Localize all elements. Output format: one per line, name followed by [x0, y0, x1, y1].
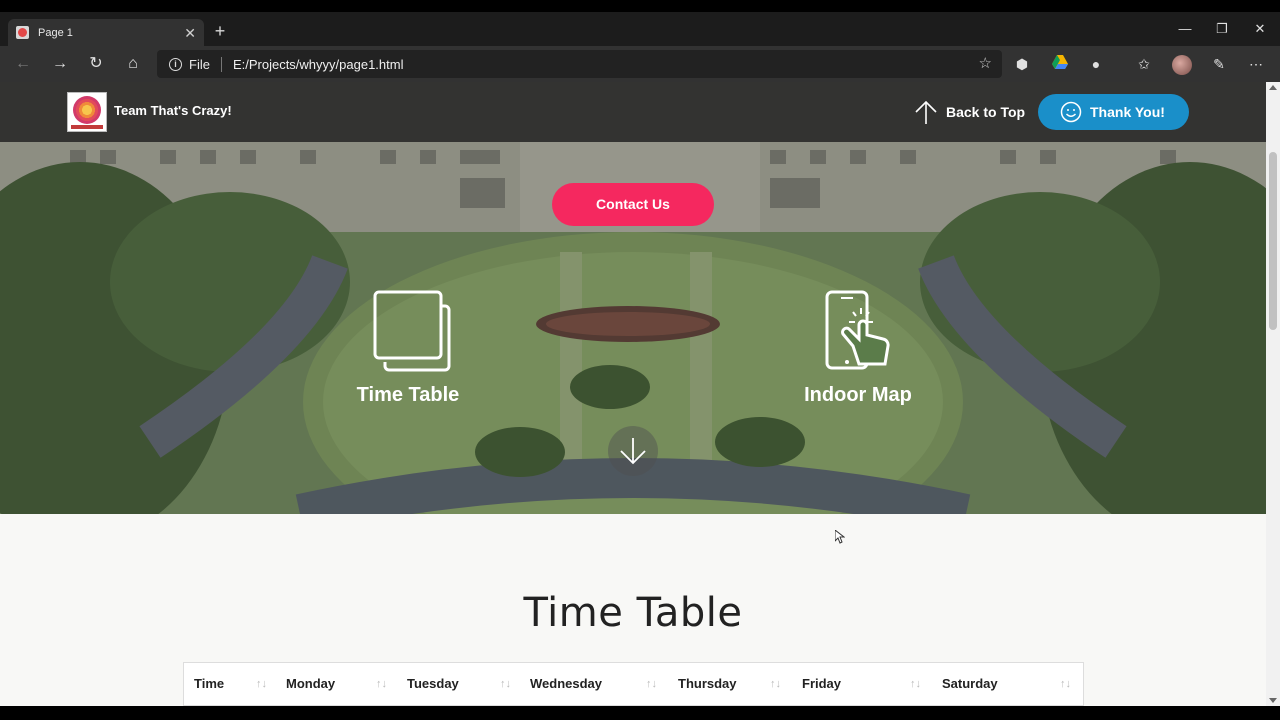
scroll-up-icon[interactable] [1269, 85, 1277, 90]
more-options-icon[interactable]: ⋯ [1247, 55, 1265, 73]
drive-icon[interactable] [1051, 55, 1069, 73]
profile-avatar[interactable] [1172, 55, 1192, 75]
logo-emblem-icon [73, 96, 101, 124]
logo-banner [71, 125, 103, 129]
tab-close-icon[interactable]: ✕ [184, 26, 196, 40]
sort-icon: ↑↓ [910, 678, 921, 690]
address-bar[interactable]: i File E:/Projects/whyyy/page1.html ☆ [157, 50, 1002, 78]
sort-icon: ↑↓ [376, 678, 387, 690]
back-to-top-link[interactable]: Back to Top [914, 99, 1025, 125]
phone-touch-icon [825, 290, 890, 370]
feature-label-time-table: Time Table [356, 384, 460, 406]
close-window-icon[interactable]: ✕ [1245, 20, 1275, 38]
table-header-tuesday[interactable]: Tuesday ↑↓ [397, 663, 517, 705]
tab-title: Page 1 [38, 26, 73, 39]
section-title: Time Table [523, 590, 743, 636]
sort-icon: ↑↓ [770, 678, 781, 690]
feature-label-indoor-map: Indoor Map [804, 384, 912, 406]
smiley-icon [1060, 101, 1082, 123]
refresh-icon[interactable]: ↻ [84, 53, 108, 75]
browser-titlebar: Page 1 ✕ + — ❐ ✕ [0, 0, 1280, 46]
hero-section: Contact Us Time Table Indoor Map [0, 142, 1266, 514]
scroll-down-icon[interactable] [1269, 698, 1277, 703]
timetable-table: Time ↑↓ Monday ↑↓ Tuesday ↑↓ Wednesday ↑↓ Th… [183, 662, 1084, 706]
arrow-up-icon [915, 100, 937, 124]
minimize-icon[interactable]: — [1170, 20, 1200, 38]
browser-toolbar: ← → ↻ ⌂ i File E:/Projects/whyyy/page1.h… [0, 46, 1280, 82]
tab-favicon-icon [16, 26, 29, 39]
info-icon[interactable]: i [169, 57, 182, 71]
new-tab-icon[interactable]: + [210, 20, 230, 42]
page-scrollbar[interactable] [1266, 82, 1280, 706]
tablet-copy-icon [373, 290, 451, 372]
table-header-monday[interactable]: Monday ↑↓ [276, 663, 394, 705]
back-to-top-label: Back to Top [946, 104, 1026, 120]
feedback-icon[interactable]: ✎ [1210, 55, 1228, 73]
table-header-wednesday[interactable]: Wednesday ↑↓ [520, 663, 663, 705]
thank-you-button[interactable]: Thank You! [1038, 94, 1189, 130]
page-viewport: Team That's Crazy! Back to Top Thank You… [0, 82, 1266, 706]
mouse-cursor-icon [835, 530, 845, 544]
scrollbar-thumb[interactable] [1269, 152, 1277, 330]
sort-icon: ↑↓ [500, 678, 511, 690]
brand-name[interactable]: Team That's Crazy! [114, 103, 232, 118]
extension-circle-icon[interactable]: ● [1087, 55, 1105, 73]
table-header-thursday[interactable]: Thursday ↑↓ [668, 663, 788, 705]
site-header: Team That's Crazy! Back to Top Thank You… [0, 82, 1266, 142]
thank-you-label: Thank You! [1090, 104, 1165, 120]
sort-icon: ↑↓ [256, 678, 267, 690]
table-header-friday[interactable]: Friday ↑↓ [792, 663, 930, 705]
feature-indoor-map[interactable]: Indoor Map [778, 290, 938, 407]
home-icon[interactable]: ⌂ [121, 53, 145, 75]
file-scheme-label: File [189, 56, 210, 72]
table-header-time[interactable]: Time ↑↓ [184, 663, 274, 705]
extension-shield-icon[interactable]: ⬢ [1013, 55, 1031, 73]
sort-icon: ↑↓ [1060, 678, 1071, 690]
arrow-down-icon [620, 438, 646, 465]
url-text[interactable]: E:/Projects/whyyy/page1.html [233, 57, 404, 72]
browser-tab[interactable]: Page 1 ✕ [8, 19, 204, 46]
forward-arrow-icon[interactable]: → [48, 53, 72, 75]
restore-icon[interactable]: ❐ [1207, 20, 1237, 38]
contact-us-button[interactable]: Contact Us [552, 183, 714, 226]
table-header-saturday[interactable]: Saturday ↑↓ [932, 663, 1082, 705]
sort-icon: ↑↓ [646, 678, 657, 690]
address-divider [220, 56, 222, 72]
scroll-down-button[interactable] [608, 426, 658, 476]
back-arrow-icon[interactable]: ← [11, 53, 35, 75]
site-logo[interactable] [67, 92, 107, 132]
favorites-icon[interactable]: ✩ [1135, 55, 1153, 73]
favorite-star-icon[interactable]: ☆ [979, 54, 992, 72]
window-bottom-edge [0, 706, 1280, 720]
feature-time-table[interactable]: Time Table [328, 290, 488, 407]
